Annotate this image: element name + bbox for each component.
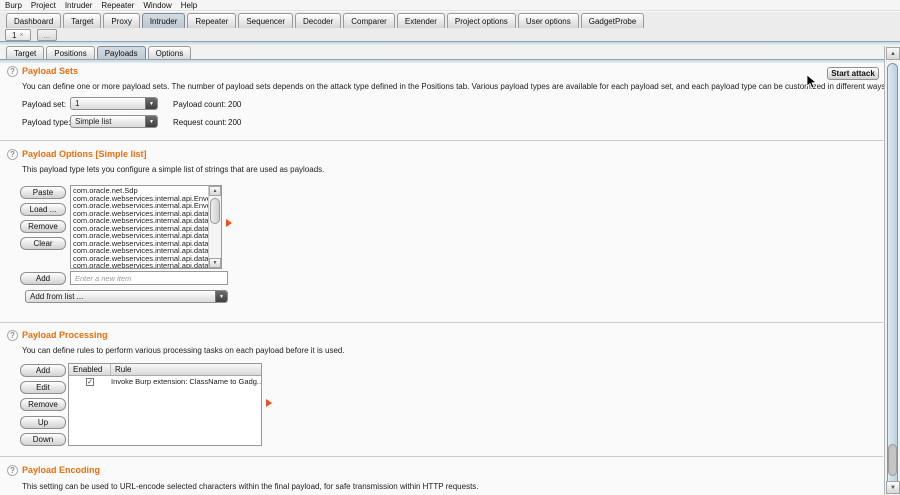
attack-tab-more-label: ... [44,31,51,40]
tab-project-options[interactable]: Project options [447,13,516,28]
load-button[interactable]: Load ... [20,203,66,216]
intruder-tab-positions[interactable]: Positions [46,46,94,60]
new-item-input[interactable] [70,271,228,285]
main-tab-bar: Dashboard Target Proxy Intruder Repeater… [0,12,900,28]
intruder-tab-bar: Target Positions Payloads Options [0,45,900,60]
table-header: Enabled Rule [69,364,261,376]
payload-options-title: Payload Options [Simple list] [22,149,147,159]
chevron-down-icon: ▼ [145,116,157,127]
paste-button[interactable]: Paste [20,186,66,199]
tab-repeater[interactable]: Repeater [187,13,236,28]
payload-set-dropdown[interactable]: 1 ▼ [70,97,158,110]
start-attack-button[interactable]: Start attack [827,67,879,80]
menu-repeater[interactable]: Repeater [101,1,134,10]
remove-button[interactable]: Remove [20,220,66,233]
tab-comparer[interactable]: Comparer [343,13,395,28]
payload-sets-title: Payload Sets [22,66,78,76]
scroll-down-icon[interactable]: ▼ [886,481,900,494]
rule-column-header: Rule [111,364,261,375]
main-scrollbar[interactable]: ▲ ▼ [884,46,900,495]
panel-expand-arrow-icon[interactable] [266,399,272,407]
tab-intruder[interactable]: Intruder [142,13,186,28]
payload-sets-description: You can define one or more payload sets.… [22,82,888,91]
intruder-tab-options[interactable]: Options [148,46,192,60]
scroll-up-icon[interactable]: ▲ [209,186,221,196]
tab-decoder[interactable]: Decoder [295,13,341,28]
rule-up-button[interactable]: Up [20,416,66,429]
menu-intruder[interactable]: Intruder [65,1,93,10]
enabled-cell: ✓ [69,378,111,386]
list-scrollbar-thumb[interactable] [210,198,220,224]
main-scrollbar-track-end [888,444,897,476]
tab-user-options[interactable]: User options [518,13,579,28]
main-scrollbar-thumb[interactable] [887,63,898,487]
close-tab-icon[interactable]: × [19,32,23,39]
mouse-cursor [806,74,818,90]
chevron-down-icon: ▼ [145,98,157,109]
rule-add-button[interactable]: Add [20,364,66,377]
menu-window[interactable]: Window [143,1,171,10]
payload-count-value: 200 [228,100,241,109]
payload-set-label: Payload set: [22,100,66,109]
tab-target[interactable]: Target [63,13,101,28]
menu-help[interactable]: Help [181,1,197,10]
tab-gadgetprobe[interactable]: GadgetProbe [581,13,645,28]
menu-burp[interactable]: Burp [5,1,22,10]
clear-button[interactable]: Clear [20,237,66,250]
payload-list-items: com.oracle.net.Sdp com.oracle.webservice… [71,186,208,268]
payload-type-dropdown[interactable]: Simple list ▼ [70,115,158,128]
tab-dashboard[interactable]: Dashboard [6,13,61,28]
enabled-column-header: Enabled [69,364,111,375]
scroll-down-icon[interactable]: ▼ [209,258,221,268]
menu-project[interactable]: Project [31,1,56,10]
request-count-label: Request count: [173,118,227,127]
rule-down-button[interactable]: Down [20,433,66,446]
processing-rules-table[interactable]: Enabled Rule ✓ Invoke Burp extension: Cl… [68,363,262,446]
section-divider [0,456,883,457]
tab-proxy[interactable]: Proxy [103,13,139,28]
menu-bar: Burp Project Intruder Repeater Window He… [0,0,900,11]
section-divider [0,140,883,141]
request-count-value: 200 [228,118,241,127]
help-icon[interactable]: ? [7,330,18,341]
attack-tab-1[interactable]: 1 × [5,29,31,41]
panel-expand-arrow-icon[interactable] [226,219,232,227]
intruder-tab-payloads[interactable]: Payloads [97,46,146,60]
rule-remove-button[interactable]: Remove [20,398,66,411]
table-row[interactable]: ✓ Invoke Burp extension: ClassName to Ga… [69,376,261,387]
help-icon[interactable]: ? [7,66,18,77]
tab-extender[interactable]: Extender [397,13,445,28]
burp-suite-window: Burp Project Intruder Repeater Window He… [0,0,900,495]
chevron-down-icon: ▼ [215,291,227,302]
intruder-tab-divider [0,59,900,63]
add-item-button[interactable]: Add [20,272,66,285]
attack-tab-bar: 1 × ... [0,28,900,42]
payload-options-description: This payload type lets you configure a s… [22,165,324,174]
payload-encoding-title: Payload Encoding [22,465,100,475]
payload-encoding-description: This setting can be used to URL-encode s… [22,482,479,491]
payload-count-label: Payload count: [173,100,226,109]
add-from-list-value: Add from list ... [26,292,215,301]
add-from-list-dropdown[interactable]: Add from list ... ▼ [25,290,228,303]
payload-list[interactable]: com.oracle.net.Sdp com.oracle.webservice… [70,185,222,269]
help-icon[interactable]: ? [7,465,18,476]
payload-type-label: Payload type: [22,118,70,127]
rule-enabled-checkbox[interactable]: ✓ [86,378,94,386]
rule-cell: Invoke Burp extension: ClassName to Gadg… [111,377,261,386]
payload-set-value: 1 [71,99,145,108]
payload-processing-description: You can define rules to perform various … [22,346,345,355]
list-scrollbar[interactable]: ▲ ▼ [208,186,221,268]
rule-edit-button[interactable]: Edit [20,381,66,394]
scroll-up-icon[interactable]: ▲ [886,47,900,60]
help-icon[interactable]: ? [7,149,18,160]
payload-type-value: Simple list [71,117,145,126]
list-item[interactable]: com.oracle.webservices.internal.api.data… [73,262,208,268]
intruder-tab-target[interactable]: Target [6,46,44,60]
attack-tab-more-button[interactable]: ... [37,29,58,41]
attack-tab-1-label: 1 [12,31,16,40]
section-divider [0,322,883,323]
payload-processing-title: Payload Processing [22,330,108,340]
tab-sequencer[interactable]: Sequencer [238,13,293,28]
